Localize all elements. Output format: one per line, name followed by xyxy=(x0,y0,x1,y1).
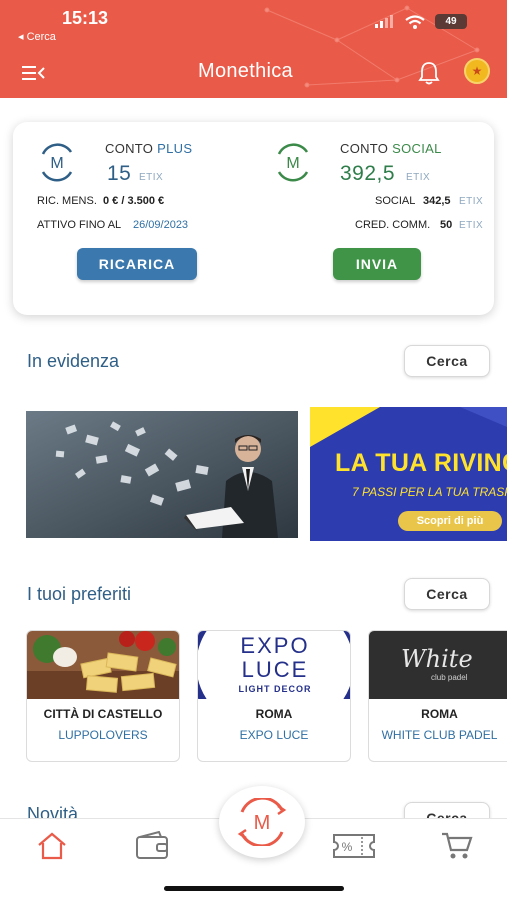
svg-text:M: M xyxy=(50,155,63,172)
favorites-title: I tuoi preferiti xyxy=(27,584,132,604)
favorite-city: ROMA xyxy=(421,707,458,721)
accounts-card: M CONTO PLUS 15 ETIX RIC. MENS. 0 € / 3.… xyxy=(13,122,494,315)
favorite-city: ROMA xyxy=(255,707,293,721)
white-logo-line2: club padel xyxy=(431,673,468,682)
wifi-icon xyxy=(405,14,425,29)
tab-cart[interactable] xyxy=(441,831,473,866)
home-icon xyxy=(38,832,66,860)
conto-social-title-accent: SOCIAL xyxy=(392,141,442,156)
favorite-image-expo-luce: EXPO LUCE LIGHT DECOR xyxy=(198,631,350,699)
favorite-city: CITTÀ DI CASTELLO xyxy=(43,707,163,721)
favorite-card-white-club-padel[interactable]: White club padel ROMA WHITE CLUB PADEL xyxy=(368,630,507,762)
banner-2-subtitle: 7 PASSI PER LA TUA TRASFORMAZ xyxy=(352,485,507,499)
conto-social-title: CONTO SOCIAL xyxy=(340,141,442,156)
conto-social-title-prefix: CONTO xyxy=(340,141,393,156)
white-logo-line1: White xyxy=(401,645,473,673)
favorite-name: EXPO LUCE xyxy=(239,728,309,742)
app-logo: Monethica xyxy=(198,60,293,82)
favorite-image-luppolovers xyxy=(27,631,179,699)
svg-text:M: M xyxy=(254,812,271,834)
featured-banner-1[interactable] xyxy=(26,411,298,538)
signal-icon xyxy=(375,15,393,28)
cred-comm-value: 50 xyxy=(440,219,453,231)
conto-plus-unit: ETIX xyxy=(139,172,164,183)
tab-home[interactable] xyxy=(36,831,68,866)
favorites-search-button[interactable]: Cerca xyxy=(404,578,490,610)
conto-plus-title: CONTO PLUS xyxy=(105,141,192,156)
invia-button[interactable]: INVIA xyxy=(333,248,421,280)
app-header: 15:13 ◂ Cerca 49 Monethica ★ xyxy=(0,0,507,98)
favorite-name: WHITE CLUB PADEL xyxy=(381,728,498,742)
status-icons: 49 xyxy=(375,14,467,29)
ric-mens-label: RIC. MENS. xyxy=(37,195,97,207)
cred-comm-label: CRED. COMM. xyxy=(355,219,431,231)
back-to-search-link[interactable]: ◂ Cerca xyxy=(18,30,56,43)
active-until-value: 26/09/2023 xyxy=(133,219,189,231)
social-value: 342,5 xyxy=(423,195,451,207)
tab-coupons[interactable]: % xyxy=(332,833,376,864)
featured-search-button[interactable]: Cerca xyxy=(404,345,490,377)
expo-luce-logo-line1: EXPO xyxy=(240,633,310,658)
featured-title: In evidenza xyxy=(27,351,120,371)
notifications-button[interactable] xyxy=(417,60,441,91)
conto-plus-title-accent: PLUS xyxy=(157,141,193,156)
cart-icon xyxy=(442,832,473,859)
ricarica-button[interactable]: RICARICA xyxy=(77,248,197,280)
favorite-image-white-club-padel: White club padel xyxy=(369,631,507,699)
expo-luce-logo-line3: LIGHT DECOR xyxy=(238,684,312,694)
coin-icon[interactable]: ★ xyxy=(464,58,490,84)
bell-icon xyxy=(418,62,440,85)
conto-plus-title-prefix: CONTO xyxy=(105,141,158,156)
favorite-name: LUPPOLOVERS xyxy=(58,728,148,742)
coupon-icon: % xyxy=(333,834,375,858)
conto-social-icon: M xyxy=(277,143,309,182)
status-time: 15:13 xyxy=(62,8,109,28)
menu-icon xyxy=(22,66,45,80)
active-until-label: ATTIVO FINO AL xyxy=(37,219,122,231)
monethica-icon: M xyxy=(237,798,287,846)
conto-social-unit: ETIX xyxy=(406,172,431,183)
monethica-center-button[interactable]: M xyxy=(219,786,305,858)
wallet-icon xyxy=(136,830,168,859)
featured-banner-2[interactable]: LA TUA RIVINC 7 PASSI PER LA TUA TRASFOR… xyxy=(310,407,507,541)
conto-plus-amount: 15 xyxy=(107,162,132,185)
social-label: SOCIAL xyxy=(375,195,416,207)
menu-button[interactable] xyxy=(22,64,46,87)
home-indicator xyxy=(164,886,344,891)
favorite-card-luppolovers[interactable]: CITTÀ DI CASTELLO LUPPOLOVERS xyxy=(26,630,180,762)
banner-2-title: LA TUA RIVINC xyxy=(335,449,507,477)
svg-text:%: % xyxy=(342,840,353,854)
tab-wallet[interactable] xyxy=(135,830,171,866)
social-unit: ETIX xyxy=(459,196,484,207)
favorite-card-expo-luce[interactable]: EXPO LUCE LIGHT DECOR ROMA EXPO LUCE xyxy=(197,630,351,762)
banner-2-discover-button[interactable]: Scopri di più xyxy=(398,511,502,531)
expo-luce-logo-line2: LUCE xyxy=(241,657,309,682)
svg-text:M: M xyxy=(286,155,299,172)
conto-social-amount: 392,5 xyxy=(340,162,396,185)
conto-plus-icon: M xyxy=(41,143,73,182)
ric-mens-value: 0 € / 3.500 € xyxy=(103,195,165,207)
battery-icon: 49 xyxy=(435,14,467,29)
banner-1-image xyxy=(26,411,298,538)
cred-comm-unit: ETIX xyxy=(459,220,484,231)
